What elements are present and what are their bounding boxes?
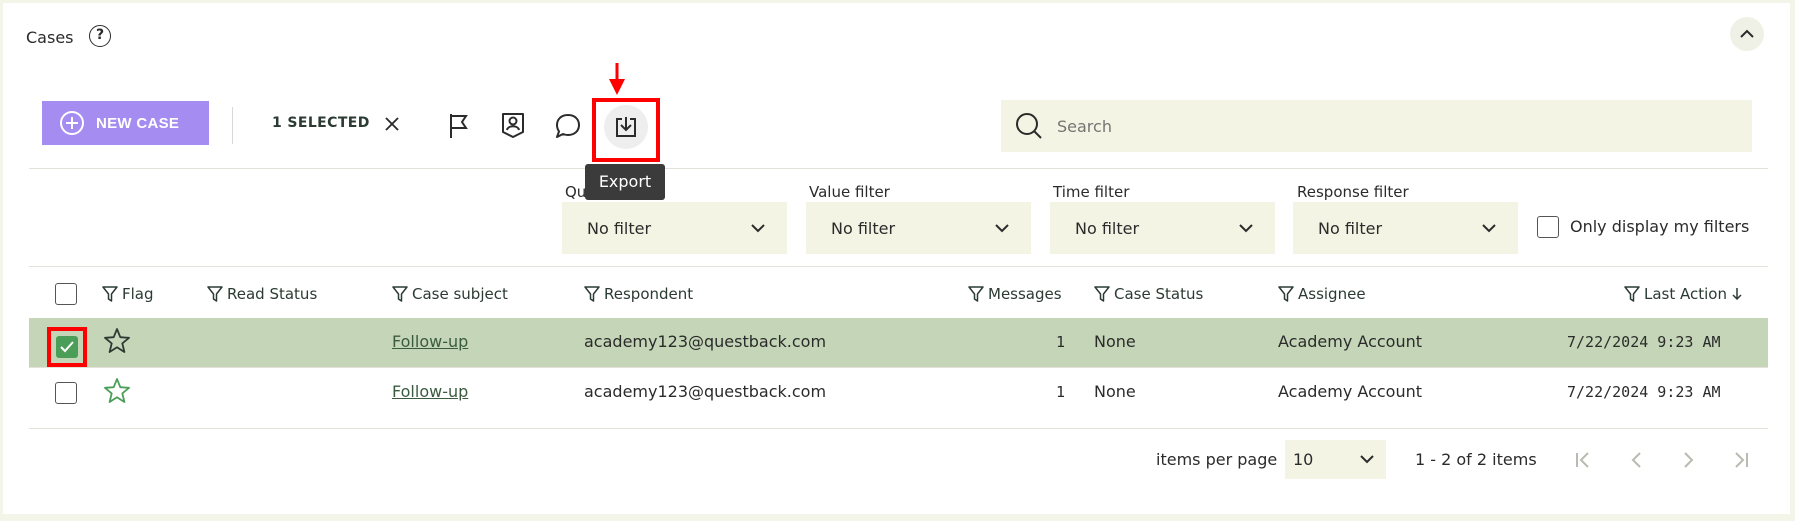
star-icon[interactable]: [103, 377, 131, 405]
first-page-icon: [1576, 452, 1589, 468]
sort-desc-icon: [1732, 288, 1742, 301]
new-case-label: NEW CASE: [96, 114, 180, 132]
plus-icon: [60, 111, 84, 135]
filter-icon: [1624, 286, 1640, 302]
items-per-page-select[interactable]: 10: [1285, 440, 1386, 479]
filter-icon: [584, 286, 600, 302]
column-header-respondent[interactable]: Respondent: [584, 285, 693, 303]
star-icon[interactable]: [103, 327, 131, 355]
quick-filter-value: No filter: [587, 218, 652, 238]
last-action: 7/22/2024 9:23 AM: [1567, 383, 1721, 401]
pager-range: 1 - 2 of 2 items: [1415, 450, 1537, 469]
column-header-assignee[interactable]: Assignee: [1278, 285, 1366, 303]
export-tooltip: Export: [585, 164, 665, 200]
column-header-read-status[interactable]: Read Status: [207, 285, 317, 303]
filter-icon: [1094, 286, 1110, 302]
row-checkbox-checked[interactable]: [47, 327, 87, 367]
case-subject-link[interactable]: Follow-up: [392, 332, 468, 351]
check-icon: [60, 341, 74, 353]
chevron-down-icon: [1482, 223, 1496, 232]
table-row-selected[interactable]: [29, 318, 1768, 367]
message-count: 1: [1056, 383, 1066, 401]
collapse-button[interactable]: [1730, 17, 1764, 51]
case-subject-link[interactable]: Follow-up: [392, 382, 468, 401]
items-per-page-label: items per page: [1156, 450, 1278, 469]
divider: [29, 168, 1768, 169]
first-page-button[interactable]: [1570, 447, 1596, 473]
flag-icon: [450, 114, 468, 138]
value-filter-label: Value filter: [809, 183, 890, 201]
only-my-filters-label: Only display my filters: [1570, 217, 1750, 236]
table-divider: [29, 428, 1768, 429]
time-filter-label: Time filter: [1053, 183, 1130, 201]
chevron-down-icon: [995, 223, 1009, 232]
pointer-arrow-icon: [609, 63, 625, 95]
filter-icon: [102, 286, 118, 302]
column-header-case-status[interactable]: Case Status: [1094, 285, 1203, 303]
column-header-messages[interactable]: Messages: [968, 285, 1062, 303]
chevron-down-icon: [751, 223, 765, 232]
next-page-button[interactable]: [1676, 447, 1702, 473]
search-icon: [1016, 113, 1042, 139]
column-header-case-subject[interactable]: Case subject: [392, 285, 508, 303]
respondent-email: academy123@questback.com: [584, 382, 827, 401]
divider: [29, 266, 1768, 267]
respondent-email: academy123@questback.com: [584, 332, 827, 351]
comment-button[interactable]: [550, 108, 586, 144]
filter-icon: [207, 286, 223, 302]
row-divider: [29, 367, 1768, 368]
response-filter-value: No filter: [1318, 218, 1383, 238]
prev-page-button[interactable]: [1623, 447, 1649, 473]
last-page-button[interactable]: [1728, 447, 1754, 473]
filter-icon: [392, 286, 408, 302]
time-filter-value: No filter: [1075, 218, 1140, 238]
last-action: 7/22/2024 9:23 AM: [1567, 333, 1721, 351]
filter-icon: [968, 286, 984, 302]
cases-panel: [3, 3, 1790, 514]
chevron-left-icon: [1631, 452, 1641, 468]
page-title: Cases: [26, 28, 74, 47]
case-status: None: [1094, 382, 1136, 401]
toolbar-divider: [232, 107, 233, 144]
help-icon[interactable]: ?: [89, 25, 111, 47]
time-filter-select[interactable]: No filter: [1050, 202, 1275, 254]
items-per-page-value: 10: [1293, 450, 1314, 469]
value-filter-value: No filter: [831, 218, 896, 238]
select-all-checkbox[interactable]: [55, 283, 77, 305]
export-highlight: [592, 98, 660, 162]
column-header-flag[interactable]: Flag: [102, 285, 154, 303]
assignee: Academy Account: [1278, 382, 1423, 401]
message-count: 1: [1056, 333, 1066, 351]
assign-button[interactable]: [495, 107, 531, 143]
last-page-icon: [1735, 452, 1748, 468]
value-filter-select[interactable]: No filter: [806, 202, 1031, 254]
search-input[interactable]: [1055, 115, 1659, 137]
assignee: Academy Account: [1278, 332, 1423, 351]
column-header-last-action[interactable]: Last Action: [1624, 285, 1747, 303]
chevron-right-icon: [1684, 452, 1694, 468]
comment-icon: [556, 114, 580, 138]
chevron-down-icon: [1239, 223, 1253, 232]
assign-user-icon: [502, 113, 524, 138]
search-box[interactable]: [1001, 100, 1752, 152]
clear-selection-icon[interactable]: [383, 115, 401, 133]
response-filter-label: Response filter: [1297, 183, 1409, 201]
chevron-up-icon: [1740, 29, 1754, 38]
filter-icon: [1278, 286, 1294, 302]
quick-filter-select[interactable]: No filter: [562, 202, 787, 254]
selected-count: 1 SELECTED: [272, 115, 370, 131]
new-case-button[interactable]: NEW CASE: [42, 101, 209, 145]
response-filter-select[interactable]: No filter: [1293, 202, 1518, 254]
flag-button[interactable]: [441, 108, 477, 144]
chevron-down-icon: [1360, 455, 1374, 464]
case-status: None: [1094, 332, 1136, 351]
row-checkbox[interactable]: [55, 382, 77, 404]
only-my-filters-checkbox[interactable]: [1537, 216, 1559, 238]
